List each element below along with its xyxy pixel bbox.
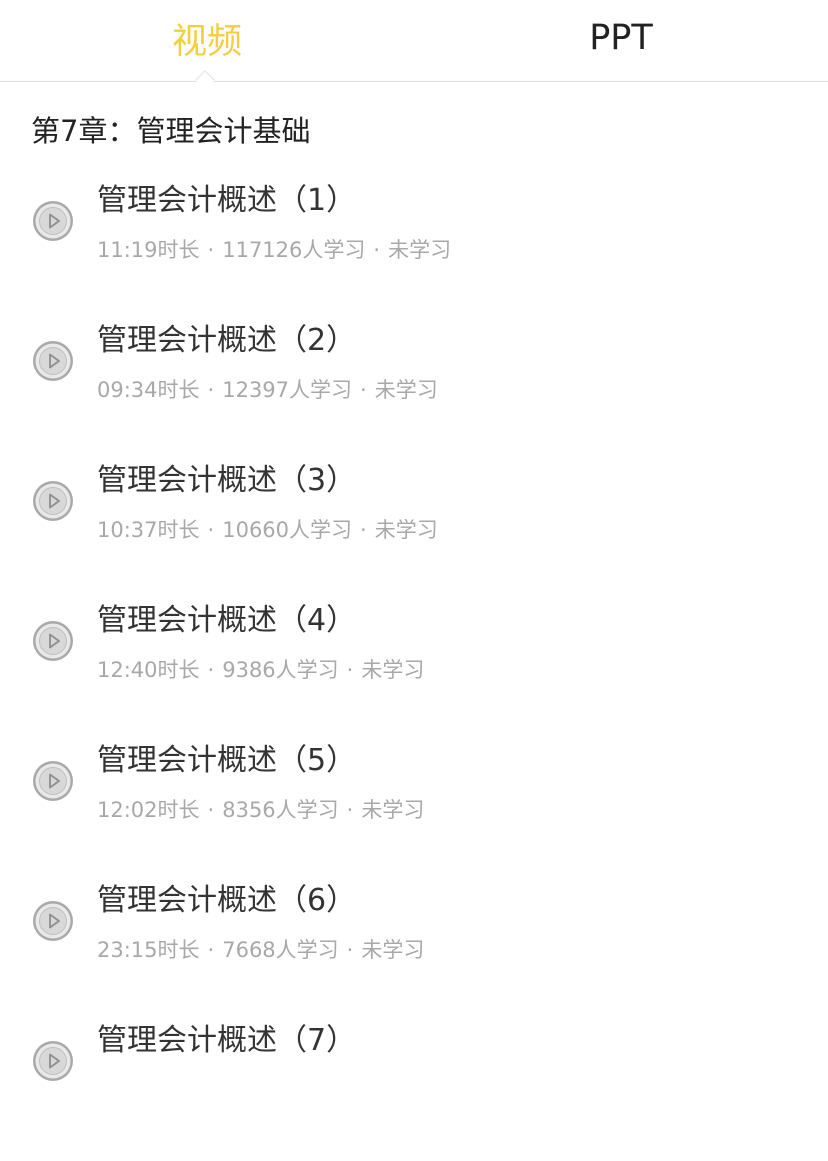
meta-separator: ·: [373, 238, 381, 262]
lesson-learners: 8356人学习: [222, 798, 339, 822]
lesson-learners: 7668人学习: [222, 938, 339, 962]
lesson-duration: 09:34时长: [97, 378, 200, 402]
lesson-learners: 117126人学习: [222, 238, 366, 262]
tab-bar: 视频 PPT: [0, 0, 828, 90]
play-circle-icon[interactable]: [32, 1040, 74, 1082]
lesson-duration: 10:37时长: [97, 518, 200, 542]
play-circle-icon[interactable]: [32, 760, 74, 802]
lesson-learners: 9386人学习: [222, 658, 339, 682]
meta-separator: ·: [346, 938, 354, 962]
meta-separator: ·: [207, 238, 215, 262]
tab-video[interactable]: 视频: [0, 0, 414, 82]
lesson-duration: 12:40时长: [97, 658, 200, 682]
meta-separator: ·: [207, 518, 215, 542]
lesson-status: 未学习: [374, 378, 438, 402]
meta-separator: ·: [360, 378, 367, 402]
lesson-status: 未学习: [361, 658, 425, 682]
lesson-status: 未学习: [388, 238, 452, 262]
lesson-status: 未学习: [361, 798, 425, 822]
lesson-meta: 09:34时长 · 12397人学习 · 未学习: [97, 376, 438, 404]
lesson-status: 未学习: [374, 518, 438, 542]
lesson-title: 管理会计概述（5）: [97, 743, 357, 778]
lesson-meta: 12:02时长 · 8356人学习 · 未学习: [97, 796, 424, 824]
lesson-meta: 12:40时长 · 9386人学习 · 未学习: [97, 656, 424, 684]
lesson-duration: 11:19时长: [97, 238, 200, 262]
tab-ppt[interactable]: PPT: [414, 0, 828, 82]
meta-separator: ·: [207, 658, 215, 682]
lesson-item[interactable]: 管理会计概述（7）: [0, 1021, 828, 1161]
lesson-item[interactable]: 管理会计概述（1） 11:19时长 · 117126人学习 · 未学习: [0, 181, 828, 321]
lesson-title: 管理会计概述（1）: [97, 183, 357, 218]
lesson-learners: 12397人学习: [222, 378, 353, 402]
meta-separator: ·: [346, 798, 354, 822]
lesson-meta: 11:19时长 · 117126人学习 · 未学习: [97, 236, 451, 264]
lesson-title: 管理会计概述（2）: [97, 323, 357, 358]
lesson-item[interactable]: 管理会计概述（3） 10:37时长 · 10660人学习 · 未学习: [0, 461, 828, 601]
lesson-learners: 10660人学习: [222, 518, 353, 542]
meta-separator: ·: [207, 378, 215, 402]
play-circle-icon[interactable]: [32, 480, 74, 522]
lesson-status: 未学习: [361, 938, 425, 962]
lesson-item[interactable]: 管理会计概述（2） 09:34时长 · 12397人学习 · 未学习: [0, 321, 828, 461]
lesson-meta: 10:37时长 · 10660人学习 · 未学习: [97, 516, 438, 544]
meta-separator: ·: [346, 658, 354, 682]
lesson-meta: 23:15时长 · 7668人学习 · 未学习: [97, 936, 424, 964]
play-circle-icon[interactable]: [32, 900, 74, 942]
meta-separator: ·: [360, 518, 367, 542]
lesson-item[interactable]: 管理会计概述（5） 12:02时长 · 8356人学习 · 未学习: [0, 741, 828, 881]
lesson-title: 管理会计概述（7）: [97, 1023, 357, 1058]
lesson-item[interactable]: 管理会计概述（4） 12:40时长 · 9386人学习 · 未学习: [0, 601, 828, 741]
chapter-title: 第7章：管理会计基础: [31, 114, 311, 148]
lesson-title: 管理会计概述（3）: [97, 463, 357, 498]
lesson-duration: 23:15时长: [97, 938, 200, 962]
play-circle-icon[interactable]: [32, 200, 74, 242]
meta-separator: ·: [207, 938, 215, 962]
play-circle-icon[interactable]: [32, 620, 74, 662]
lesson-item[interactable]: 管理会计概述（6） 23:15时长 · 7668人学习 · 未学习: [0, 881, 828, 1021]
lesson-title: 管理会计概述（4）: [97, 603, 357, 638]
lesson-duration: 12:02时长: [97, 798, 200, 822]
lesson-title: 管理会计概述（6）: [97, 883, 357, 918]
meta-separator: ·: [207, 798, 215, 822]
play-circle-icon[interactable]: [32, 340, 74, 382]
